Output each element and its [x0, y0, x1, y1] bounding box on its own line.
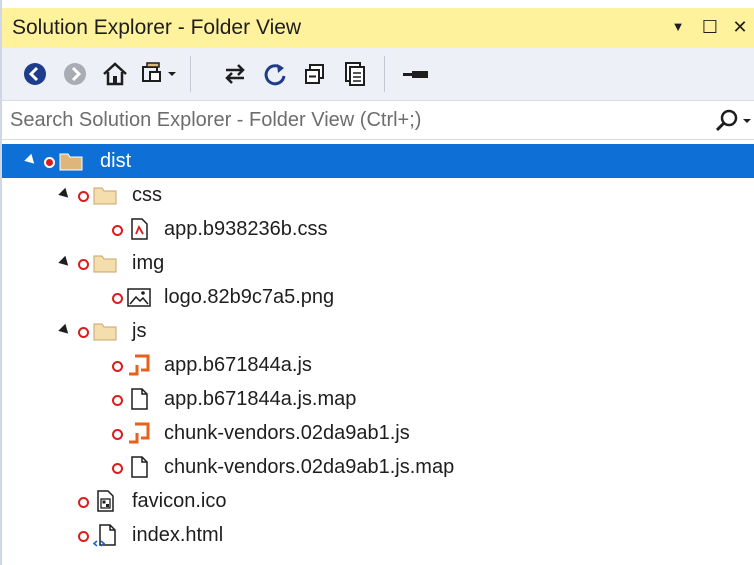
search-box: [2, 100, 754, 140]
search-button[interactable]: [710, 107, 754, 135]
excluded-icon: [112, 463, 123, 474]
refresh-icon: [264, 64, 286, 86]
excluded-icon: [44, 157, 55, 168]
folder-icon: [92, 251, 118, 275]
excluded-icon: [78, 531, 89, 542]
switch-views-button[interactable]: [140, 59, 180, 89]
home-button[interactable]: [100, 59, 130, 89]
maximize-icon[interactable]: ☐: [698, 14, 722, 40]
tree-item-img-file[interactable]: logo.82b9c7a5.png: [2, 280, 754, 314]
tree-item-dist[interactable]: dist: [2, 144, 754, 178]
tree-item-index[interactable]: index.html: [2, 518, 754, 552]
properties-button[interactable]: [400, 59, 430, 89]
excluded-icon: [78, 327, 89, 338]
show-all-files-button[interactable]: [340, 59, 370, 89]
js-file-icon: [126, 421, 152, 445]
expanded-arrow-icon[interactable]: [24, 153, 38, 168]
tree-item-map-file[interactable]: chunk-vendors.02da9ab1.js.map: [2, 450, 754, 484]
window-position-dropdown-icon[interactable]: ▼: [666, 14, 690, 40]
css-file-icon: [126, 217, 152, 241]
tree-item-css[interactable]: css: [2, 178, 754, 212]
toolbar: [2, 48, 754, 100]
tree-item-label: dist: [100, 150, 132, 172]
excluded-icon: [78, 259, 89, 270]
collapse-all-icon: [305, 64, 324, 84]
tree-item-js[interactable]: js: [2, 314, 754, 348]
icon-file-icon: [92, 489, 118, 513]
tree-item-js-file[interactable]: chunk-vendors.02da9ab1.js: [2, 416, 754, 450]
tree-item-label: app.b671844a.js.map: [164, 388, 357, 410]
toolbar-separator: [384, 56, 385, 92]
tree-item-label: css: [132, 184, 162, 206]
excluded-icon: [112, 429, 123, 440]
tree-item-label: js: [132, 320, 147, 342]
expanded-arrow-icon[interactable]: [58, 187, 72, 202]
file-icon: [126, 455, 152, 479]
html-file-icon: [92, 523, 118, 547]
tree-item-css-file[interactable]: app.b938236b.css: [2, 212, 754, 246]
tree-item-label: index.html: [132, 524, 224, 546]
forward-button[interactable]: [60, 59, 90, 89]
window-title: Solution Explorer - Folder View: [12, 16, 302, 39]
tree-item-label: app.b938236b.css: [164, 218, 328, 240]
excluded-icon: [112, 361, 123, 372]
expanded-arrow-icon[interactable]: [58, 323, 72, 338]
tree-item-label: app.b671844a.js: [164, 354, 312, 376]
excluded-icon: [112, 395, 123, 406]
excluded-icon: [78, 191, 89, 202]
search-icon: [715, 109, 751, 132]
solution-explorer-panel: Solution Explorer - Folder View ▼ ☐ ✕ Se…: [0, 0, 754, 565]
file-icon: [126, 387, 152, 411]
title-bar: Solution Explorer - Folder View ▼ ☐ ✕: [2, 8, 754, 48]
properties-icon: [403, 71, 428, 78]
excluded-icon: [112, 225, 123, 236]
tree-item-label: favicon.ico: [132, 490, 227, 512]
tree-item-label: img: [132, 252, 165, 274]
show-all-files-icon: [345, 62, 365, 86]
folder-icon: [92, 183, 118, 207]
switch-views-icon: [142, 62, 176, 82]
tree-item-map-file[interactable]: app.b671844a.js.map: [2, 382, 754, 416]
collapse-all-button[interactable]: [300, 59, 330, 89]
tree-item-favicon[interactable]: favicon.ico: [2, 484, 754, 518]
home-icon: [103, 62, 127, 86]
folder-icon: [58, 149, 84, 173]
toolbar-separator: [190, 56, 191, 92]
search-input[interactable]: [10, 106, 700, 134]
sync-icon: [225, 64, 245, 84]
refresh-button[interactable]: [260, 59, 290, 89]
close-icon[interactable]: ✕: [728, 14, 752, 40]
folder-icon: [92, 319, 118, 343]
tree-item-js-file[interactable]: app.b671844a.js: [2, 348, 754, 382]
back-icon: [24, 63, 46, 85]
tree-item-label: chunk-vendors.02da9ab1.js.map: [164, 456, 455, 478]
sync-button[interactable]: [220, 59, 250, 89]
tree-item-label: chunk-vendors.02da9ab1.js: [164, 422, 410, 444]
excluded-icon: [112, 293, 123, 304]
image-file-icon: [126, 285, 152, 309]
expanded-arrow-icon[interactable]: [58, 255, 72, 270]
back-button[interactable]: [20, 59, 50, 89]
tree-item-img[interactable]: img: [2, 246, 754, 280]
js-file-icon: [126, 353, 152, 377]
excluded-icon: [78, 497, 89, 508]
forward-icon: [64, 63, 86, 85]
tree-item-label: logo.82b9c7a5.png: [164, 286, 335, 308]
